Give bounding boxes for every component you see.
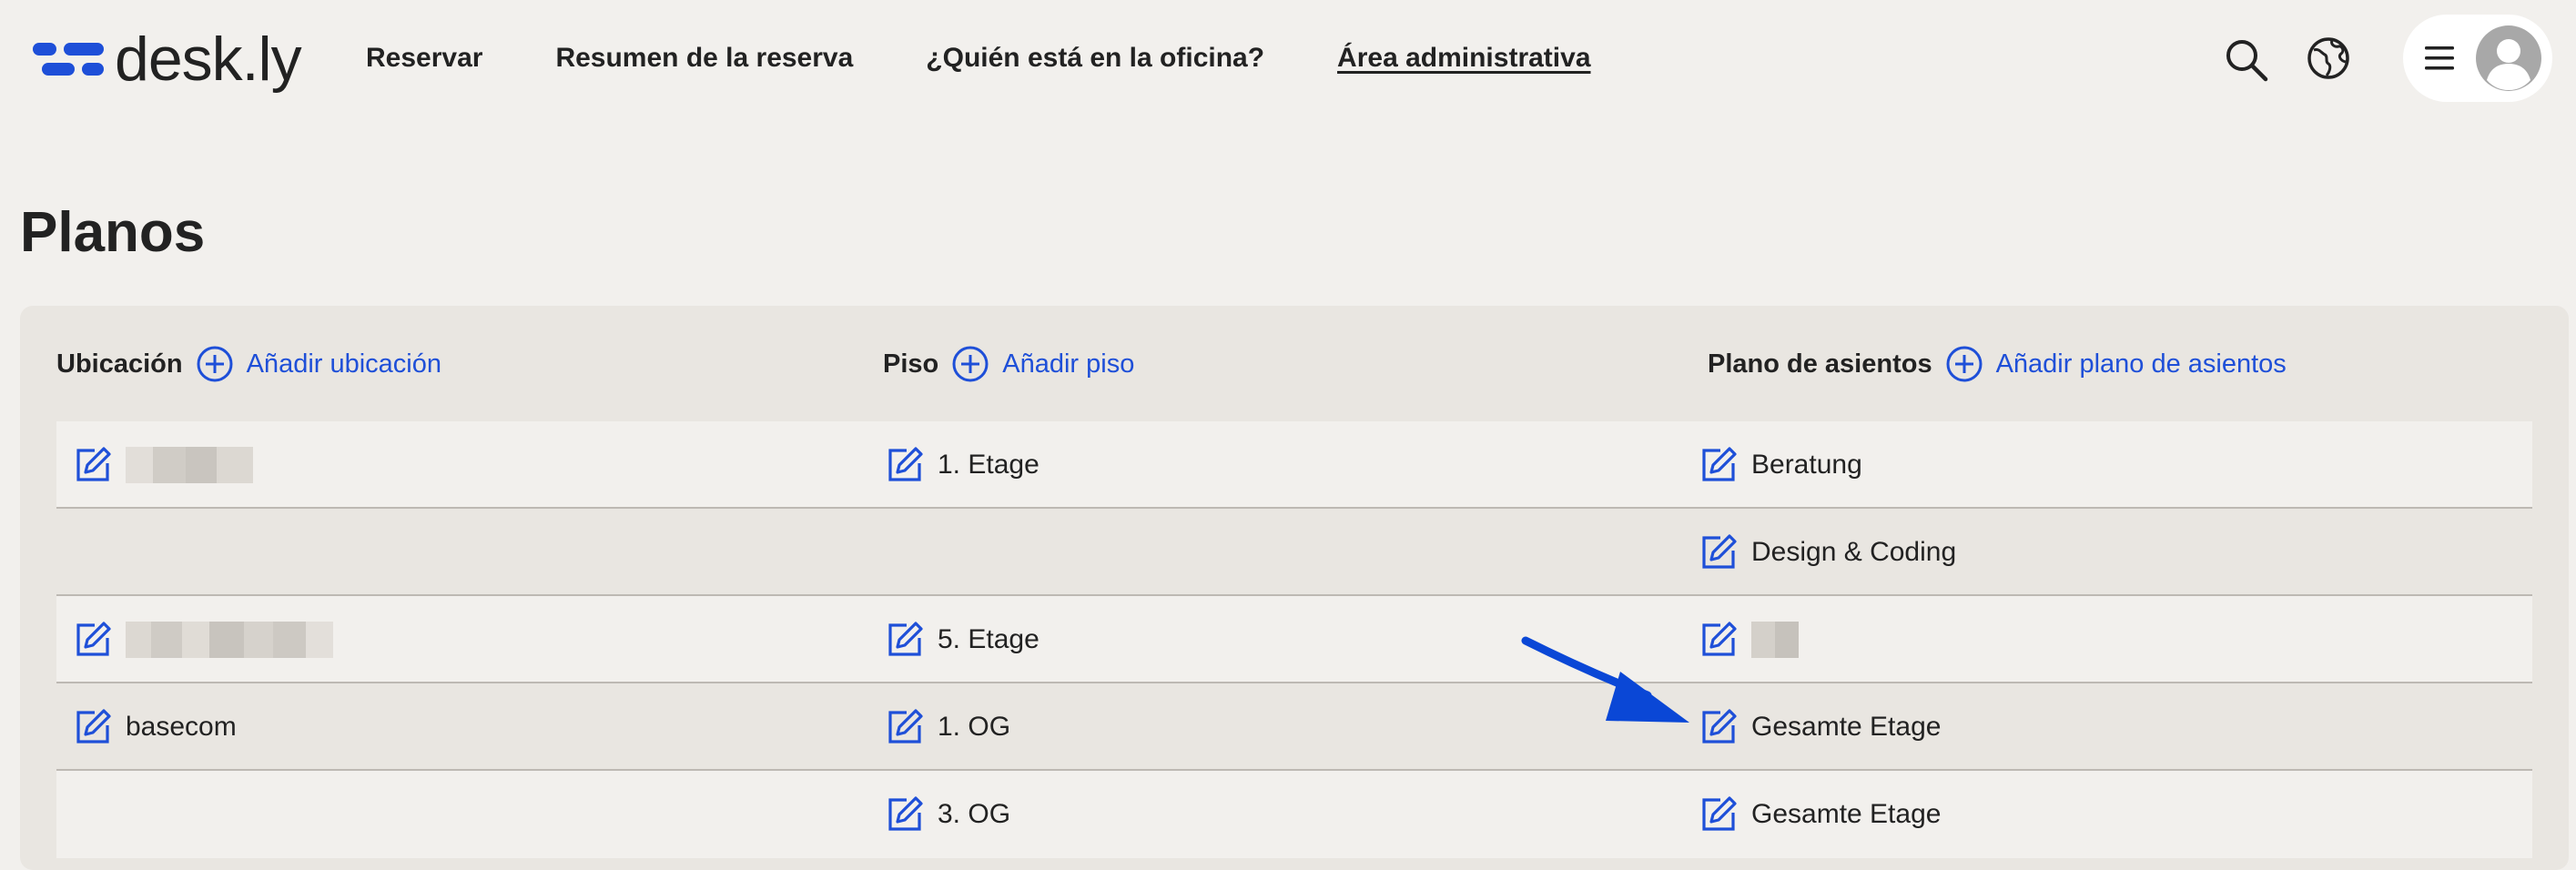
nav-quien-en-oficina[interactable]: ¿Quién está en la oficina? <box>926 36 1264 80</box>
search-icon[interactable] <box>2223 36 2270 84</box>
floor-name: 3. OG <box>938 799 1011 829</box>
floor-column-header: Piso Añadir piso <box>883 344 1134 384</box>
seating-plan-cell <box>1699 596 1799 683</box>
page-title: Planos <box>20 201 206 264</box>
add-circle-icon <box>952 346 989 382</box>
edit-icon[interactable] <box>1699 532 1739 572</box>
floor-cell: 1. Etage <box>885 421 1040 509</box>
location-column-header: Ubicación Añadir ubicación <box>56 344 441 384</box>
edit-icon[interactable] <box>73 707 113 747</box>
nav-reservar[interactable]: Reservar <box>366 36 482 80</box>
edit-icon[interactable] <box>1699 707 1739 747</box>
location-cell: basecom <box>73 683 237 771</box>
brand-logo[interactable]: desk.ly <box>33 18 302 100</box>
table-row: Design & Coding <box>56 509 2532 596</box>
redacted-location-name <box>126 447 253 483</box>
floor-cell: 3. OG <box>885 771 1010 858</box>
location-cell <box>73 596 333 683</box>
table-row: basecom 1. OG Gesamte Etage <box>56 683 2532 771</box>
brand-name: desk.ly <box>115 25 302 94</box>
globe-icon[interactable] <box>2305 35 2352 82</box>
account-menu-button[interactable] <box>2403 15 2552 102</box>
table-row: 3. OG Gesamte Etage <box>56 771 2532 858</box>
edit-icon[interactable] <box>885 445 925 485</box>
floor-column-label: Piso <box>883 349 939 379</box>
floor-cell: 5. Etage <box>885 596 1040 683</box>
floor-name: 1. OG <box>938 712 1011 742</box>
redacted-location-name <box>126 622 333 658</box>
seating-plan-name: Gesamte Etage <box>1751 712 1942 742</box>
seating-plan-cell: Beratung <box>1699 421 1862 509</box>
floor-name: 1. Etage <box>938 450 1040 480</box>
main-nav: Reservar Resumen de la reserva ¿Quién es… <box>366 36 1664 80</box>
seating-plan-cell: Gesamte Etage <box>1699 771 1941 858</box>
table-row: 5. Etage <box>56 596 2532 683</box>
add-floor-button[interactable]: Añadir piso <box>951 345 1134 383</box>
seating-plan-cell: Design & Coding <box>1699 509 1956 596</box>
floor-name: 5. Etage <box>938 624 1040 654</box>
location-column-label: Ubicación <box>56 349 183 379</box>
annotation-arrow <box>1521 636 1689 723</box>
add-seating-plan-button[interactable]: Añadir plano de asientos <box>1945 345 2287 383</box>
nav-area-administrativa[interactable]: Área administrativa <box>1337 36 1590 80</box>
edit-icon[interactable] <box>1699 794 1739 835</box>
seating-plan-column-label: Plano de asientos <box>1708 349 1932 379</box>
table-row: 1. Etage Beratung <box>56 421 2532 509</box>
logo-mark-icon <box>33 39 104 79</box>
floor-cell: 1. OG <box>885 683 1010 771</box>
seating-plan-column-header: Plano de asientos Añadir plano de asient… <box>1708 344 2287 384</box>
location-name: basecom <box>126 712 237 742</box>
user-avatar-icon <box>2476 25 2541 91</box>
seating-plan-cell: Gesamte Etage <box>1699 683 1941 771</box>
seating-plan-name: Gesamte Etage <box>1751 799 1942 829</box>
nav-resumen-reserva[interactable]: Resumen de la reserva <box>555 36 853 80</box>
edit-icon[interactable] <box>73 620 113 660</box>
seating-plan-name: Beratung <box>1751 450 1862 480</box>
add-circle-icon <box>1946 346 1983 382</box>
edit-icon[interactable] <box>73 445 113 485</box>
edit-icon[interactable] <box>885 794 925 835</box>
seating-plan-name: Design & Coding <box>1751 537 1957 567</box>
redacted-seating-plan-name <box>1751 622 1799 658</box>
add-floor-label: Añadir piso <box>1002 349 1135 379</box>
add-seating-plan-label: Añadir plano de asientos <box>1995 349 2287 379</box>
add-location-button[interactable]: Añadir ubicación <box>196 345 441 383</box>
edit-icon[interactable] <box>885 707 925 747</box>
add-location-label: Añadir ubicación <box>246 349 442 379</box>
edit-icon[interactable] <box>885 620 925 660</box>
add-circle-icon <box>197 346 233 382</box>
edit-icon[interactable] <box>1699 620 1739 660</box>
top-navigation-bar: desk.ly Reservar Resumen de la reserva ¿… <box>0 0 2576 118</box>
hamburger-menu-icon <box>2425 46 2454 70</box>
edit-icon[interactable] <box>1699 445 1739 485</box>
location-cell <box>73 421 253 509</box>
